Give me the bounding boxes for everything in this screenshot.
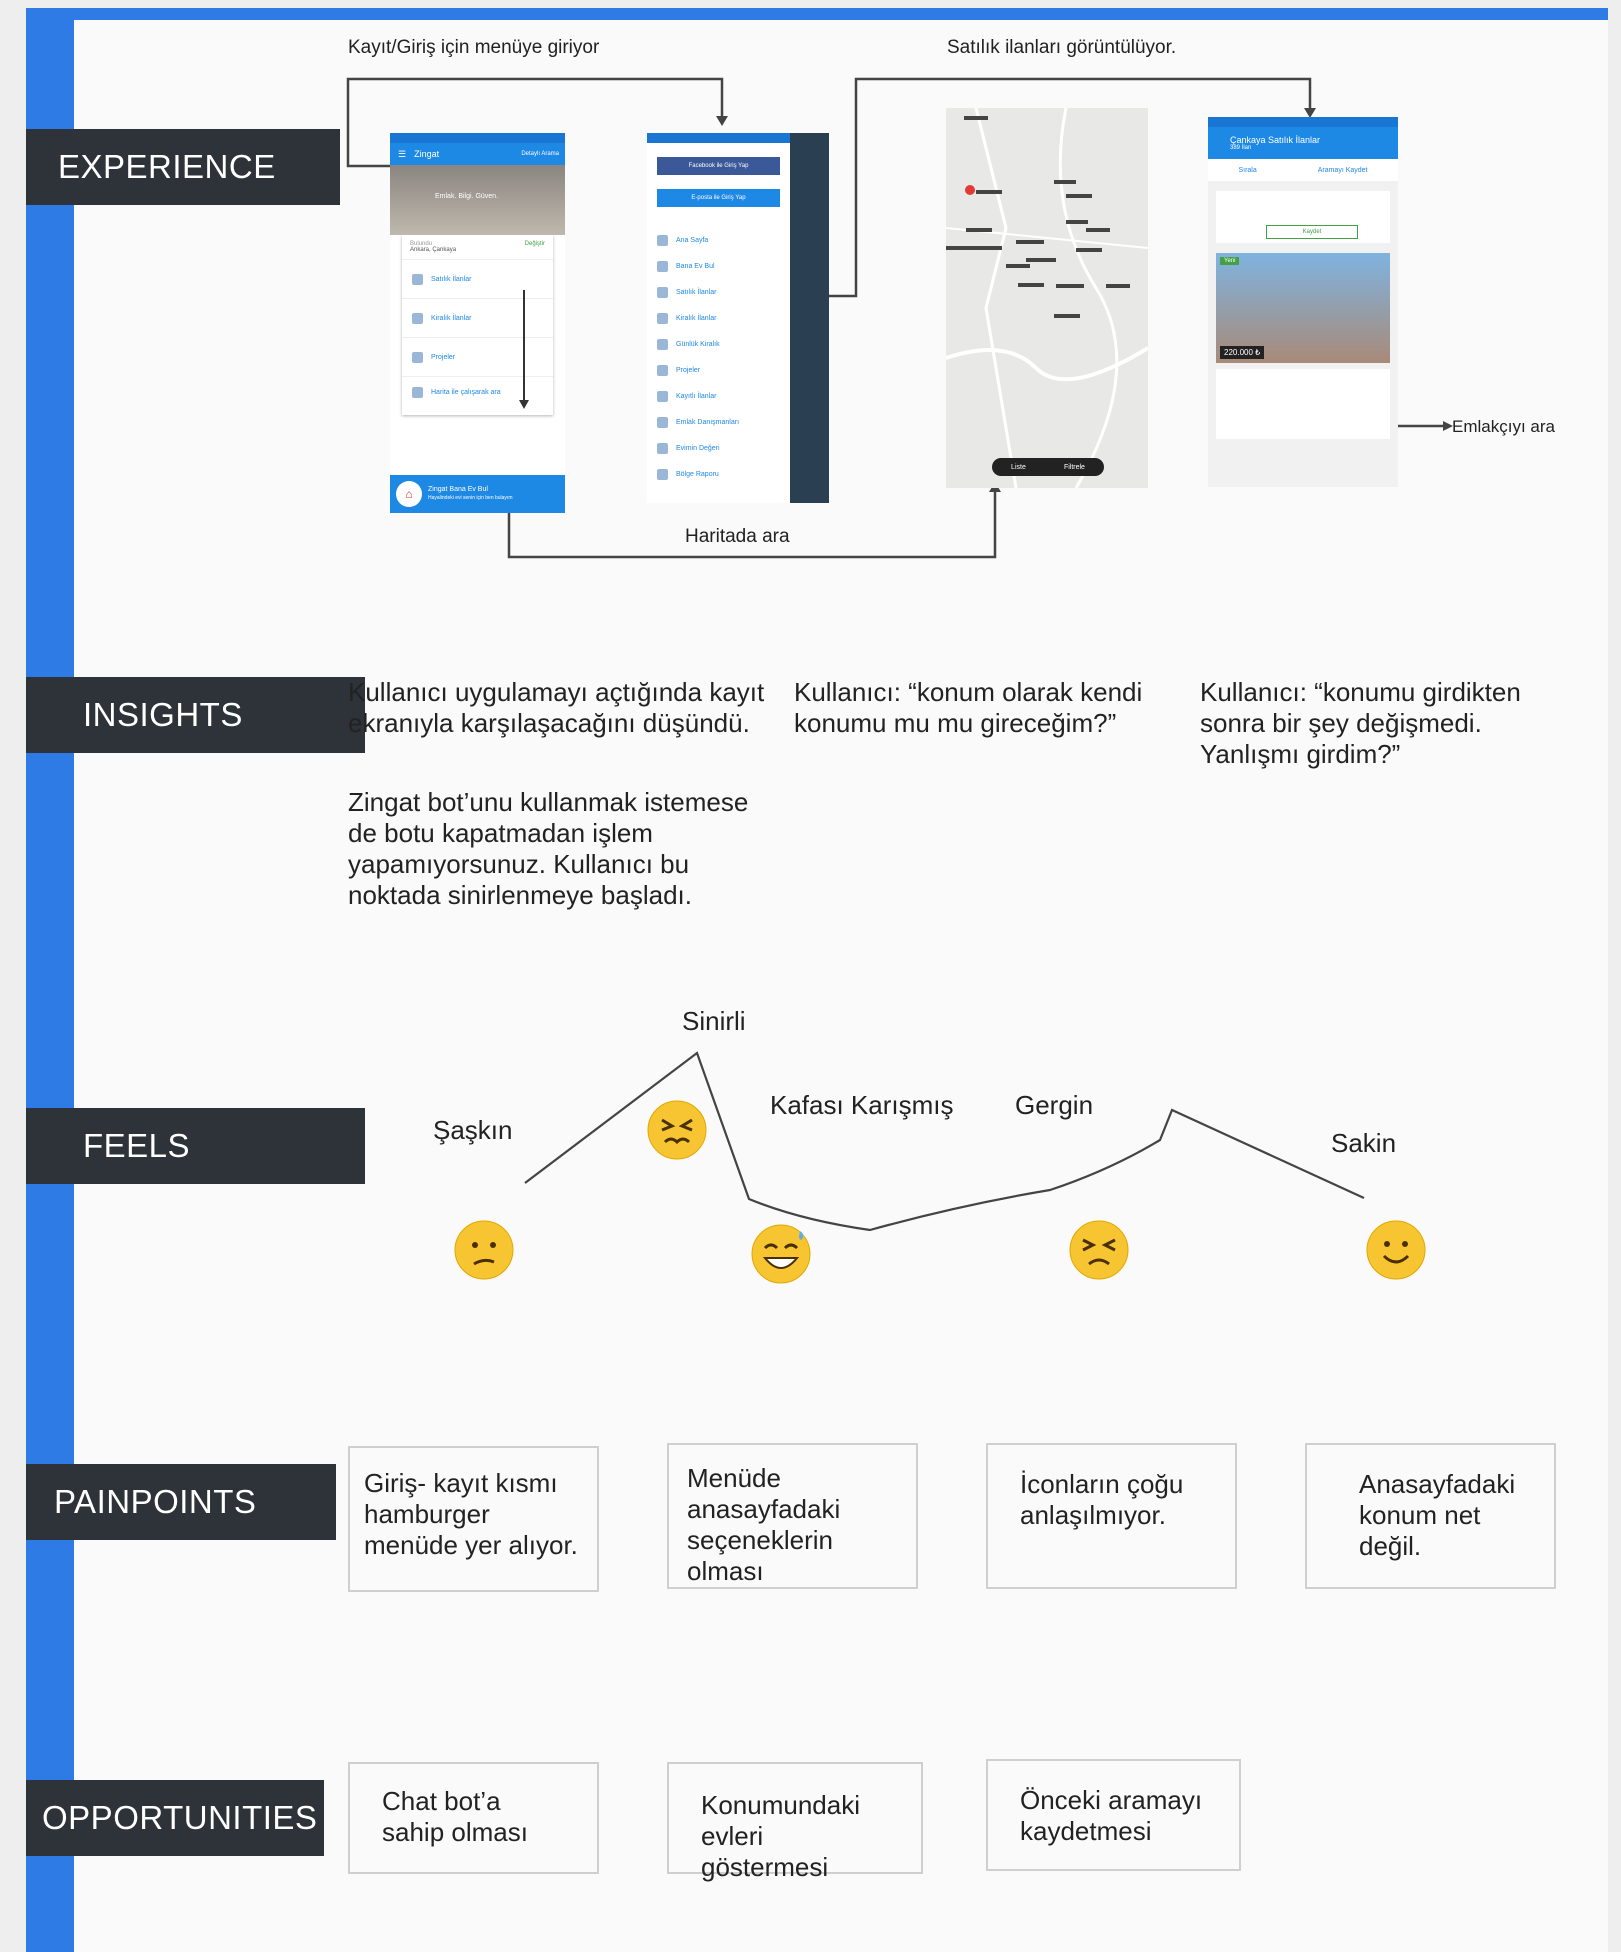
feel-label-sinirli: Sinirli <box>682 1006 746 1036</box>
frustrated-face-icon <box>647 1100 707 1160</box>
sweat-smile-face-icon <box>751 1224 811 1284</box>
opportunity-card: Önceki aramayı kaydetmesi <box>986 1759 1241 1871</box>
opportunity-text: Önceki aramayı kaydetmesi <box>1020 1785 1203 1846</box>
opportunity-card: Konumundaki evleri göstermesi <box>667 1762 923 1882</box>
opportunity-text: Konumundaki evleri göstermesi <box>701 1790 860 1882</box>
painpoint-text: Giriş- kayıt kısmı hamburger menüde yer … <box>364 1468 578 1560</box>
painpoint-card: Giriş- kayıt kısmı hamburger menüde yer … <box>348 1446 599 1592</box>
smiling-face-icon <box>1366 1220 1426 1280</box>
feel-label-kafasi-karismis: Kafası Karışmış <box>770 1090 954 1120</box>
feel-label-gergin: Gergin <box>1015 1090 1094 1120</box>
confused-face-icon <box>454 1220 514 1280</box>
feel-label-sakin: Sakin <box>1331 1128 1397 1158</box>
painpoint-text: İconların çoğu anlaşılmıyor. <box>1020 1469 1184 1530</box>
painpoint-text: Menüde anasayfadaki seçeneklerin olması <box>687 1463 841 1586</box>
emotion-curve <box>524 1051 1365 1232</box>
painpoint-card: Menüde anasayfadaki seçeneklerin olması <box>667 1443 918 1589</box>
feel-label-saskin: Şaşkın <box>433 1115 513 1145</box>
opportunity-card: Chat bot’a sahip olması <box>348 1762 599 1874</box>
tired-face-icon <box>1069 1220 1129 1280</box>
painpoint-card: Anasayfadaki konum net değil. <box>1305 1443 1556 1589</box>
painpoint-card: İconların çoğu anlaşılmıyor. <box>986 1443 1237 1589</box>
painpoint-text: Anasayfadaki konum net değil. <box>1359 1469 1516 1561</box>
opportunity-text: Chat bot’a sahip olması <box>382 1786 528 1847</box>
